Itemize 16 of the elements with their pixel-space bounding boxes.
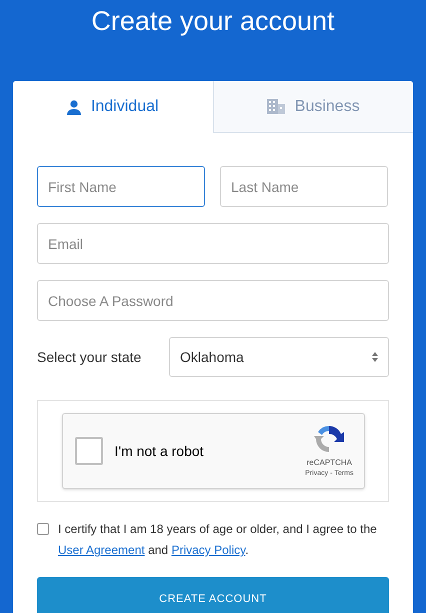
state-label: Select your state	[37, 348, 142, 367]
person-icon	[66, 100, 81, 114]
state-select[interactable]: Oklahoma	[169, 337, 389, 377]
captcha-brand: reCAPTCHA	[306, 456, 352, 469]
page-title: Create your account	[91, 8, 335, 35]
create-account-button[interactable]: CREATE ACCOUNT	[37, 577, 389, 613]
agreement-checkbox[interactable]	[37, 523, 49, 535]
privacy-policy-link[interactable]: Privacy Policy	[171, 543, 246, 557]
captcha-label: I'm not a robot	[114, 442, 205, 460]
sort-arrows-icon	[372, 352, 378, 362]
user-agreement-link[interactable]: User Agreement	[58, 543, 145, 557]
building-icon	[266, 99, 285, 114]
agreement-text: I certify that I am 18 years of age or older, and I agree to the User Agreement and Privacy Policy.	[58, 521, 378, 559]
captcha-checkbox[interactable]	[74, 437, 102, 465]
text-field[interactable]: First Name	[37, 166, 205, 207]
account-type-tab[interactable]: Business	[212, 81, 413, 133]
